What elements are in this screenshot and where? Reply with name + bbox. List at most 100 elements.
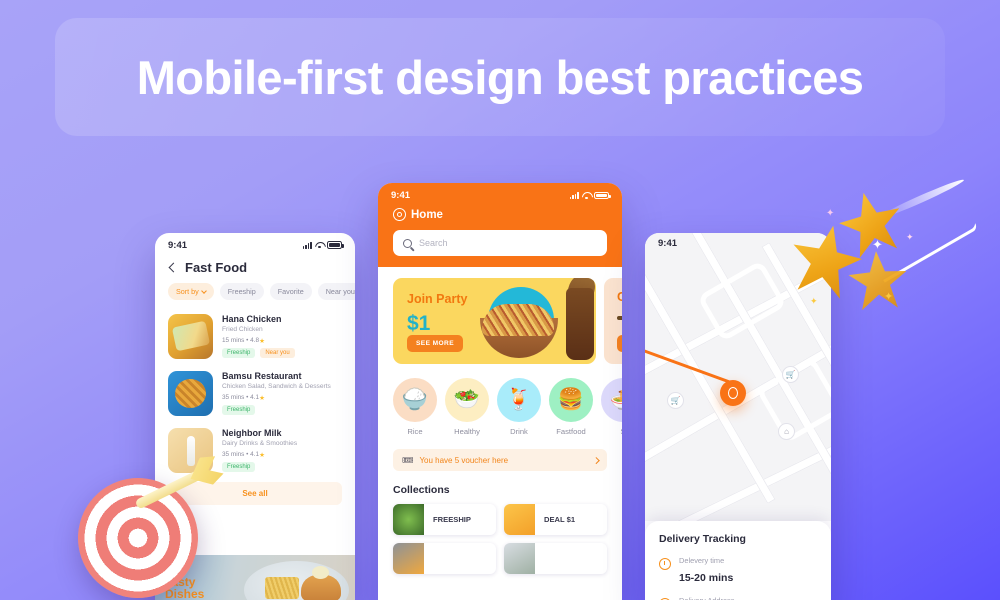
location-label: Home bbox=[411, 208, 443, 221]
meta-text: 15 mins • 4.8 bbox=[222, 337, 260, 344]
restaurant-name: Hana Chicken bbox=[222, 314, 282, 324]
chevron-left-icon[interactable] bbox=[168, 262, 179, 273]
wifi-icon bbox=[315, 242, 324, 249]
home-header: 9:41 Home Search bbox=[378, 183, 622, 267]
chevron-right-icon bbox=[592, 456, 599, 464]
search-placeholder: Search bbox=[419, 238, 448, 248]
banner-line-2: Dishes bbox=[165, 587, 205, 600]
wifi-icon bbox=[582, 192, 591, 199]
status-time: 9:41 bbox=[658, 237, 678, 249]
category-drink[interactable]: 🍹 Drink bbox=[497, 378, 541, 436]
rice-icon: 🍚 bbox=[393, 378, 437, 422]
salad-icon: 🥗 bbox=[445, 378, 489, 422]
category-label: Drink bbox=[510, 427, 528, 436]
list-item[interactable]: Hana Chicken Fried Chicken 15 mins • 4.8… bbox=[155, 309, 355, 366]
tracking-value: 15-20 mins bbox=[679, 572, 734, 584]
hero-banner: Mobile-first design best practices bbox=[55, 18, 945, 136]
category-healthy[interactable]: 🥗 Healthy bbox=[445, 378, 489, 436]
cola-graphic bbox=[566, 288, 594, 360]
collection-thumbnail bbox=[504, 504, 535, 535]
map-marker-store[interactable]: 🛒 bbox=[782, 366, 799, 383]
collection-card-3[interactable] bbox=[393, 543, 496, 574]
promo-banner-join-party[interactable]: Join Party $1 SEE MORE bbox=[393, 278, 596, 364]
star-icon: ★ bbox=[259, 452, 265, 459]
chip-sort-by[interactable]: Sort by bbox=[168, 283, 214, 300]
sparkle-icon: ✦ bbox=[826, 208, 835, 219]
screen-title: Fast Food bbox=[185, 260, 248, 275]
restaurant-name: Bamsu Restaurant bbox=[222, 371, 302, 381]
burger-icon: 🍔 bbox=[549, 378, 593, 422]
map-marker-home[interactable]: ⌂ bbox=[778, 423, 795, 440]
collection-card-4[interactable] bbox=[504, 543, 607, 574]
delivery-tracking-panel: Delivery Tracking Delevery time 15-20 mi… bbox=[645, 521, 831, 600]
sparkle-icon: ✦ bbox=[810, 296, 818, 306]
collection-label: DEAL $1 bbox=[544, 515, 576, 524]
see-more-button[interactable]: SEE MORE bbox=[407, 335, 464, 352]
voucher-text: You have 5 voucher here bbox=[419, 455, 509, 465]
category-next[interactable]: 🍜 S bbox=[601, 378, 622, 436]
tag-row: Freeship bbox=[222, 405, 342, 415]
map-marker-store[interactable]: 🛒 bbox=[667, 392, 684, 409]
signal-icon bbox=[302, 241, 312, 249]
chevron-down-icon bbox=[200, 287, 207, 294]
search-input[interactable]: Search bbox=[393, 230, 607, 256]
restaurant-meta: 35 mins • 4.1 ★ bbox=[222, 451, 342, 459]
collections-heading: Collections bbox=[393, 484, 450, 496]
clock-icon bbox=[659, 558, 671, 570]
collection-thumbnail bbox=[504, 543, 535, 574]
promo-banner-next[interactable]: O S bbox=[604, 278, 622, 364]
collection-thumbnail bbox=[393, 543, 424, 574]
chip-favorite[interactable]: Favorite bbox=[269, 283, 312, 300]
collection-thumbnail bbox=[393, 504, 424, 535]
status-time: 9:41 bbox=[168, 239, 188, 251]
restaurant-thumbnail bbox=[168, 371, 213, 416]
ticket-icon: 🎟 bbox=[402, 454, 414, 465]
status-bar: 9:41 bbox=[378, 183, 622, 203]
restaurant-desc: Chicken Salad, Sandwich & Desserts bbox=[222, 383, 331, 390]
status-icons bbox=[569, 191, 611, 200]
chip-label: Sort by bbox=[176, 287, 199, 296]
noodle-icon: 🍜 bbox=[601, 378, 622, 422]
battery-icon bbox=[594, 191, 611, 200]
tag-freeship: Freeship bbox=[222, 462, 256, 472]
meta-text: 35 mins • 4.1 bbox=[222, 451, 260, 458]
banner-button[interactable]: S bbox=[617, 335, 622, 352]
battery-icon bbox=[327, 241, 344, 249]
voucher-banner[interactable]: 🎟 You have 5 voucher here bbox=[393, 449, 607, 471]
tag-row: Freeship Near you bbox=[222, 348, 342, 358]
category-label: Healthy bbox=[454, 427, 480, 436]
chip-freeship[interactable]: Freeship bbox=[219, 283, 264, 300]
star-icon: ★ bbox=[259, 338, 265, 345]
chip-near-you[interactable]: Near you bbox=[317, 283, 355, 300]
tracking-heading: Delivery Tracking bbox=[659, 533, 746, 545]
location-pin-icon bbox=[393, 208, 406, 221]
category-rice[interactable]: 🍚 Rice bbox=[393, 378, 437, 436]
list-item[interactable]: Bamsu Restaurant Chicken Salad, Sandwich… bbox=[155, 366, 355, 423]
banner-title: Join Party bbox=[407, 292, 468, 306]
restaurant-desc: Fried Chicken bbox=[222, 326, 263, 333]
destination-pin-icon[interactable] bbox=[720, 380, 746, 406]
fast-food-header: Fast Food bbox=[155, 253, 355, 283]
tag-freeship: Freeship bbox=[222, 405, 256, 415]
tracking-row-address: Delivery Address bbox=[659, 596, 817, 600]
tag-freeship: Freeship bbox=[222, 348, 256, 358]
phone-mockup-home: 9:41 Home Search Join Party $1 SEE MORE bbox=[378, 183, 622, 600]
location-selector[interactable]: Home bbox=[378, 203, 622, 230]
tag-near-you: Near you bbox=[260, 348, 295, 358]
restaurant-meta: 15 mins • 4.8 ★ bbox=[222, 337, 342, 345]
collection-card-deal[interactable]: DEAL $1 bbox=[504, 504, 607, 535]
filter-chip-row: Sort by Freeship Favorite Near you Partn… bbox=[155, 283, 355, 309]
status-time: 9:41 bbox=[391, 190, 411, 201]
star-icon: ★ bbox=[259, 395, 265, 402]
category-fastfood[interactable]: 🍔 Fastfood bbox=[549, 378, 593, 436]
page-title: Mobile-first design best practices bbox=[136, 50, 864, 104]
sparkle-icon: ✦ bbox=[884, 291, 894, 303]
restaurant-meta: 35 mins • 4.1 ★ bbox=[222, 394, 342, 402]
promo-banner-carousel[interactable]: Join Party $1 SEE MORE O S bbox=[378, 267, 622, 364]
collection-card-freeship[interactable]: FREESHIP bbox=[393, 504, 496, 535]
category-label: Fastfood bbox=[556, 427, 586, 436]
category-label: Rice bbox=[407, 427, 423, 436]
status-icons bbox=[302, 241, 344, 249]
tracking-label: Delevery time bbox=[679, 556, 725, 565]
tag-row: Freeship bbox=[222, 462, 342, 472]
